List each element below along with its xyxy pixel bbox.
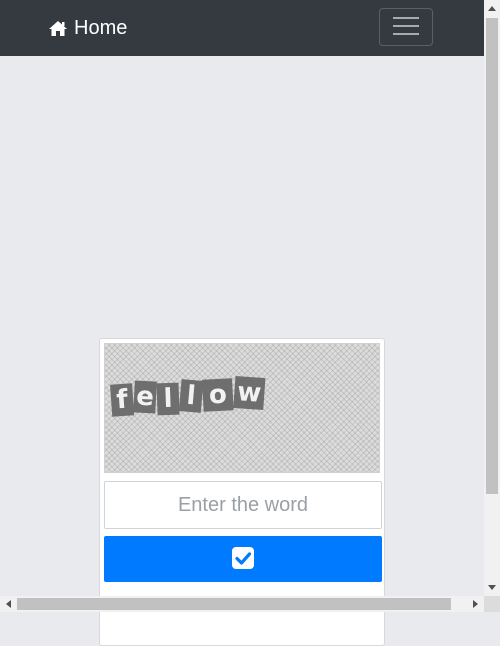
navbar-toggler-button[interactable] — [379, 8, 433, 46]
navbar: Home — [0, 0, 484, 56]
vertical-scrollbar-thumb[interactable] — [486, 18, 498, 494]
scrollbar-corner — [484, 596, 500, 612]
horizontal-scrollbar-thumb[interactable] — [17, 598, 451, 610]
captcha-image: f e l l o w — [104, 343, 380, 473]
vertical-scrollbar[interactable] — [484, 0, 500, 596]
scroll-left-arrow-icon[interactable] — [0, 596, 16, 612]
captcha-letter: f — [110, 383, 135, 417]
captcha-letter: o — [202, 378, 234, 412]
scroll-right-arrow-icon[interactable] — [468, 596, 484, 612]
captcha-submit-button[interactable] — [104, 536, 382, 582]
home-link[interactable]: Home — [48, 15, 127, 41]
scroll-up-arrow-icon[interactable] — [484, 0, 500, 16]
captcha-letter: l — [156, 382, 180, 416]
home-icon — [48, 20, 68, 37]
scroll-down-arrow-icon[interactable] — [484, 580, 500, 596]
captcha-word: f e l l o w — [110, 376, 266, 417]
captcha-letter: w — [233, 376, 266, 411]
home-link-label: Home — [74, 17, 128, 39]
main-content: f e l l o w — [0, 56, 484, 646]
horizontal-scrollbar[interactable] — [0, 596, 484, 612]
captcha-letter: l — [178, 379, 204, 413]
captcha-word-input[interactable] — [104, 481, 382, 529]
hamburger-icon — [393, 15, 419, 40]
captcha-letter: e — [133, 380, 157, 414]
check-square-icon — [231, 546, 255, 573]
